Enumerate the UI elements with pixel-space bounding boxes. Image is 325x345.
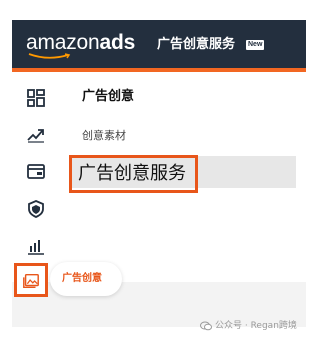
dashboard-icon[interactable] xyxy=(26,88,46,108)
menu-item-creative-assets[interactable]: 创意素材 xyxy=(82,128,126,143)
top-nav-bar: amazonads 广告创意服务 New xyxy=(12,20,306,68)
rail-tooltip-label: 广告创意 xyxy=(62,273,102,284)
trend-icon[interactable] xyxy=(26,124,46,144)
shield-icon[interactable] xyxy=(26,199,46,219)
menu-item-creative-services-label: 广告创意服务 xyxy=(78,163,186,184)
wechat-icon xyxy=(200,321,212,331)
wallet-icon[interactable] xyxy=(26,161,46,181)
bar-chart-icon[interactable] xyxy=(26,236,46,256)
creative-gallery-icon[interactable] xyxy=(22,272,40,290)
watermark: 公众号 · Regan跨境 xyxy=(200,320,297,332)
watermark-text: 公众号 · Regan跨境 xyxy=(215,321,297,331)
logo-ads-text: ads xyxy=(99,31,136,54)
amazon-smile-icon xyxy=(28,53,71,59)
logo-amazon-text: amazon xyxy=(26,31,100,54)
page-title: 广告创意服务 xyxy=(157,37,236,52)
amazon-ads-logo[interactable]: amazonads xyxy=(26,31,135,55)
menu-section-title: 广告创意 xyxy=(82,89,135,104)
new-badge: New xyxy=(246,40,265,50)
